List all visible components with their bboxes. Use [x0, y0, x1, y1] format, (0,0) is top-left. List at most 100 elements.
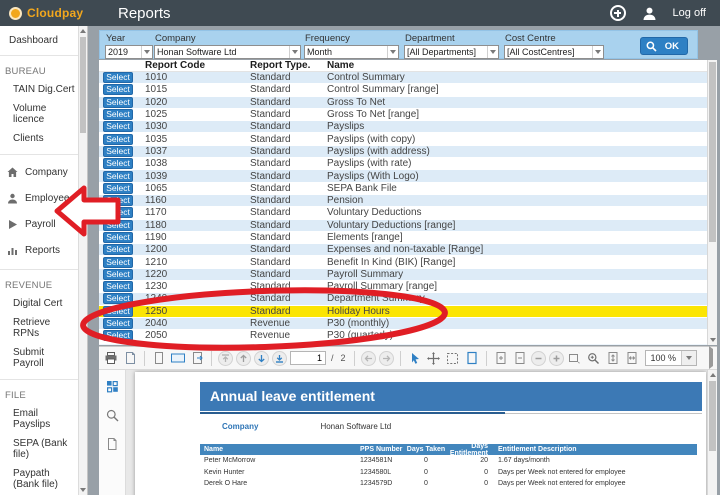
table-row[interactable]: Select 1220 Standard Payroll Summary — [99, 268, 707, 282]
previous-page-button[interactable] — [236, 350, 251, 366]
table-row[interactable]: Select 1039 Standard Payslips (With Logo… — [99, 170, 707, 183]
select-button[interactable]: Select — [103, 219, 133, 231]
last-page-button[interactable] — [272, 350, 287, 366]
select-button[interactable]: Select — [103, 256, 133, 268]
select-button[interactable]: Select — [103, 109, 133, 121]
next-page-button[interactable] — [254, 350, 269, 366]
back-button[interactable] — [360, 350, 376, 366]
table-row[interactable]: Select 1210 Standard Benefit In Kind (BI… — [99, 256, 707, 269]
brand-logo[interactable]: Cloudpay — [0, 6, 118, 20]
table-row[interactable]: Select 1010 Standard Control Summary — [99, 72, 707, 85]
user-icon[interactable] — [642, 6, 657, 21]
full-page-icon[interactable] — [464, 350, 480, 366]
fit-width-icon[interactable] — [624, 350, 640, 366]
pan-tool-icon[interactable] — [426, 350, 442, 366]
select-button[interactable]: Select — [103, 293, 133, 305]
scrollbar-thumb[interactable] — [709, 381, 716, 451]
scroll-down-icon[interactable] — [708, 335, 717, 345]
sidebar-scrollbar[interactable] — [78, 26, 88, 495]
table-row[interactable]: Select 1250 Standard Holiday Hours — [99, 305, 707, 318]
scroll-up-icon[interactable] — [79, 26, 87, 36]
table-row[interactable]: Select 1160 Standard Pension — [99, 194, 707, 208]
dynamic-zoom-icon[interactable] — [586, 350, 602, 366]
select-button[interactable]: Select — [103, 182, 133, 194]
first-page-button[interactable] — [218, 350, 233, 366]
sidebar-item-company[interactable]: Company — [0, 159, 78, 185]
table-row[interactable]: Select 1230 Standard Payroll Summary [ra… — [99, 281, 707, 294]
select-button[interactable]: Select — [103, 72, 133, 84]
sidebar-item-reports[interactable]: Reports — [0, 237, 78, 263]
sidebar-item-payroll[interactable]: Payroll — [0, 211, 78, 237]
year-select[interactable]: 2019 — [105, 45, 153, 59]
page-number-input[interactable] — [290, 351, 326, 365]
select-tool-icon[interactable] — [407, 350, 423, 366]
sidebar-item-paypath-bank-file[interactable]: Paypath (Bank file) — [0, 464, 78, 494]
select-button[interactable]: Select — [103, 84, 133, 96]
sidebar-item-retrieve-rpns[interactable]: Retrieve RPNs — [0, 313, 78, 343]
sidebar-item-volume-licence[interactable]: Volume licence — [0, 99, 78, 129]
thumbnails-panel-icon[interactable] — [105, 379, 119, 393]
table-row[interactable]: Select 1025 Standard Gross To Net [range… — [99, 109, 707, 122]
table-row[interactable]: Select 2050 Revenue P30 (quarterly) — [99, 330, 707, 343]
search-ok-button[interactable]: OK — [639, 37, 688, 55]
table-row[interactable]: Select 1020 Standard Gross To Net — [99, 96, 707, 109]
table-row[interactable]: Select 1170 Standard Voluntary Deduction… — [99, 207, 707, 220]
fit-page-icon[interactable] — [605, 350, 621, 366]
table-row[interactable]: Select 1030 Standard Payslips — [99, 121, 707, 134]
select-button[interactable]: Select — [103, 244, 133, 256]
select-button[interactable]: Select — [103, 305, 133, 317]
select-button[interactable]: Select — [103, 268, 133, 280]
select-button[interactable]: Select — [103, 158, 133, 170]
report-list-scrollbar[interactable] — [707, 60, 717, 345]
snapshot-tool-icon[interactable] — [445, 350, 461, 366]
table-row[interactable]: Select 1180 Standard Voluntary Deduction… — [99, 219, 707, 232]
table-row[interactable]: Select 1035 Standard Payslips (with copy… — [99, 133, 707, 146]
select-button[interactable]: Select — [103, 145, 133, 157]
add-icon[interactable] — [609, 5, 626, 21]
zoom-page-out-icon[interactable] — [493, 350, 509, 366]
select-button[interactable]: Select — [103, 133, 133, 145]
select-button[interactable]: Select — [103, 330, 133, 342]
table-row[interactable]: Select 1200 Standard Expenses and non-ta… — [99, 244, 707, 257]
forward-button[interactable] — [378, 350, 394, 366]
sidebar-item-clients[interactable]: Clients — [0, 129, 78, 148]
sidebar-item-email-payslips[interactable]: Email Payslips — [0, 404, 78, 434]
print-icon[interactable] — [103, 350, 119, 366]
select-button[interactable]: Select — [103, 318, 133, 330]
zoom-page-in-icon[interactable] — [512, 350, 528, 366]
select-button[interactable]: Select — [103, 207, 133, 219]
table-row[interactable]: Select 1038 Standard Payslips (with rate… — [99, 158, 707, 171]
select-button[interactable]: Select — [103, 281, 133, 293]
table-row[interactable]: Select 1015 Standard Control Summary [ra… — [99, 84, 707, 97]
export-document-icon[interactable] — [122, 350, 138, 366]
continuous-view-icon[interactable] — [170, 350, 186, 366]
scroll-down-icon[interactable] — [79, 485, 87, 495]
table-row[interactable]: Select 1037 Standard Payslips (with addr… — [99, 145, 707, 159]
company-select[interactable]: Honan Software Ltd — [154, 45, 301, 59]
sidebar-item-submit-payroll[interactable]: Submit Payroll — [0, 343, 78, 373]
sidebar-item-sepa-bank-file[interactable]: SEPA (Bank file) — [0, 434, 78, 464]
page-setup-icon[interactable] — [189, 350, 205, 366]
sidebar-item-employee[interactable]: Employee — [0, 185, 78, 211]
select-button[interactable]: Select — [103, 195, 133, 207]
select-button[interactable]: Select — [103, 232, 133, 243]
table-row[interactable]: Select 1065 Standard SEPA Bank File — [99, 182, 707, 195]
sidebar-item-tain-dig-cert[interactable]: TAIN Dig.Cert — [0, 80, 78, 99]
sidebar-item-dashboard[interactable]: Dashboard — [0, 26, 78, 56]
toolbar-overflow-icon[interactable] — [709, 346, 713, 369]
single-page-view-icon[interactable] — [151, 350, 167, 366]
zoom-level-select[interactable]: 100 % — [644, 350, 698, 366]
preview-scrollbar[interactable] — [707, 370, 717, 495]
zoom-out-button[interactable] — [530, 350, 546, 366]
scrollbar-thumb[interactable] — [80, 37, 86, 133]
cost-centre-select[interactable]: [All CostCentres] — [504, 45, 604, 59]
select-button[interactable]: Select — [103, 121, 133, 133]
scroll-up-icon[interactable] — [708, 370, 717, 380]
search-document-icon[interactable] — [105, 408, 119, 422]
table-row[interactable]: Select 2040 Revenue P30 (monthly) — [99, 317, 707, 331]
sidebar-item-digital-cert[interactable]: Digital Cert — [0, 294, 78, 313]
select-button[interactable]: Select — [103, 96, 133, 108]
zoom-in-button[interactable] — [548, 350, 564, 366]
log-off-button[interactable]: Log off — [673, 7, 706, 19]
frequency-select[interactable]: Month — [304, 45, 399, 59]
